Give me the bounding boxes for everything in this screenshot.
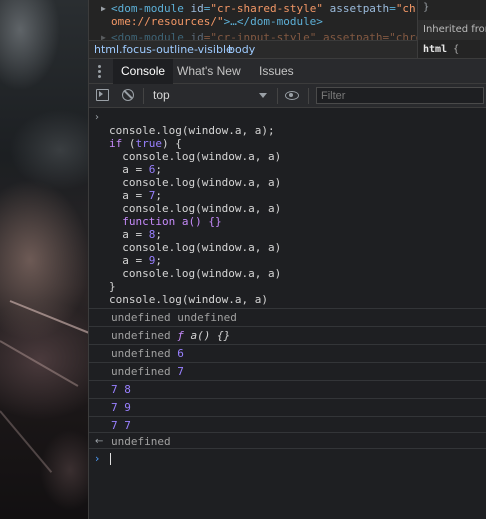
log-value: undefined [111, 365, 171, 378]
photo-streak [0, 410, 53, 473]
filter-input[interactable] [316, 87, 484, 104]
code-line: if (true) { [109, 137, 182, 150]
inherited-from-header: Inherited from [418, 20, 486, 40]
code-line: console.log(window.a, a) [109, 267, 282, 280]
node-attr-value: "cr-shared-style" [210, 2, 323, 15]
tab-issues[interactable]: Issues [251, 59, 302, 84]
log-value: 7 [111, 383, 118, 396]
node-attr-eq: = [389, 2, 396, 15]
background-photo [0, 0, 88, 519]
tab-console[interactable]: Console [113, 59, 174, 84]
photo-streak [9, 300, 88, 336]
node-attr-name: assetpath [322, 2, 390, 15]
toolbar-divider [277, 88, 278, 104]
node-attr-value: ome://resources/" [111, 15, 224, 28]
rule-closing-brace: } [423, 2, 430, 13]
log-value: 7 [111, 419, 118, 432]
console-messages: › console.log(window.a, a); if (true) { … [89, 108, 486, 519]
log-value: undefined [111, 329, 171, 342]
sidebar-toggle-icon[interactable] [96, 89, 109, 101]
code-line: a = 6; [109, 163, 162, 176]
log-value: 7 [124, 419, 131, 432]
breadcrumb-item-body[interactable]: body [224, 43, 259, 56]
photo-streak [0, 340, 79, 387]
rule-opening-brace: { [453, 44, 460, 55]
console-log-row: undefined ƒ a() {} [89, 326, 486, 344]
dom-node-cr-shared-style[interactable]: ▶ <dom-module id = "cr-shared-style" assetp… [101, 2, 422, 15]
code-line: console.log(window.a, a); [109, 124, 275, 137]
console-prompt[interactable]: › [89, 448, 486, 468]
code-line: console.log(window.a, a) [109, 176, 282, 189]
clear-console-icon[interactable] [122, 89, 134, 101]
code-line: } [109, 280, 116, 293]
return-value: undefined [111, 435, 171, 448]
kebab-menu-icon[interactable] [98, 64, 102, 78]
toolbar-divider [143, 88, 144, 104]
log-value: 6 [177, 347, 184, 360]
log-value: 7 [111, 401, 118, 414]
selector-text: html [423, 44, 448, 55]
context-selector-value: top [153, 88, 170, 102]
console-log-row: undefined 7 [89, 362, 486, 380]
breadcrumb: html.focus-outline-visible body [89, 40, 417, 58]
devtools-window: ▶ <dom-module id = "cr-shared-style" assetp… [88, 0, 486, 519]
expand-triangle-icon[interactable]: ▶ [101, 2, 106, 15]
styles-pane: } Inherited from html { [417, 0, 486, 58]
log-value: 7 [177, 365, 184, 378]
log-value: 8 [124, 383, 131, 396]
node-tag: >…</dom-module> [223, 15, 323, 28]
chevron-right-icon: › [95, 112, 99, 123]
code-line: console.log(window.a, a) [109, 241, 282, 254]
console-log-row: undefined 6 [89, 344, 486, 362]
log-value-function[interactable]: ƒ a() {} [177, 329, 230, 342]
console-input-echo: › console.log(window.a, a); if (true) { … [89, 108, 486, 308]
code-line: console.log(window.a, a) [109, 202, 282, 215]
log-value: undefined [111, 347, 171, 360]
live-expression-eye-icon[interactable] [285, 91, 299, 100]
code-line: console.log(window.a, a) [109, 293, 268, 306]
breadcrumb-item-html[interactable]: html.focus-outline-visible [94, 43, 233, 56]
console-toolbar: top [89, 84, 486, 108]
context-selector[interactable]: top [147, 84, 271, 107]
console-log-row: undefined undefined [89, 308, 486, 326]
text-caret [110, 453, 111, 465]
log-value: undefined [177, 311, 237, 324]
log-value: 9 [124, 401, 131, 414]
style-rule-selector[interactable]: html { [423, 44, 459, 55]
code-line: a = 7; [109, 189, 162, 202]
code-line: a = 9; [109, 254, 162, 267]
dom-node-continuation: ome://resources/">…</dom-module> [111, 15, 323, 28]
toolbar-divider [308, 88, 309, 104]
drawer-tab-bar: Console What's New Issues [89, 58, 486, 84]
tab-whats-new[interactable]: What's New [169, 59, 249, 84]
node-tag: <dom-module [111, 2, 191, 15]
chevron-right-icon: › [95, 452, 100, 465]
log-value: undefined [111, 311, 171, 324]
code-line: console.log(window.a, a) [109, 150, 282, 163]
code-line: a = 8; [109, 228, 162, 241]
code-line: function a() {} [122, 215, 222, 228]
node-attr-name: id [190, 2, 204, 15]
console-log-row: 7 8 [89, 380, 486, 398]
console-log-row: 7 9 [89, 398, 486, 416]
chevron-down-icon [259, 93, 267, 98]
